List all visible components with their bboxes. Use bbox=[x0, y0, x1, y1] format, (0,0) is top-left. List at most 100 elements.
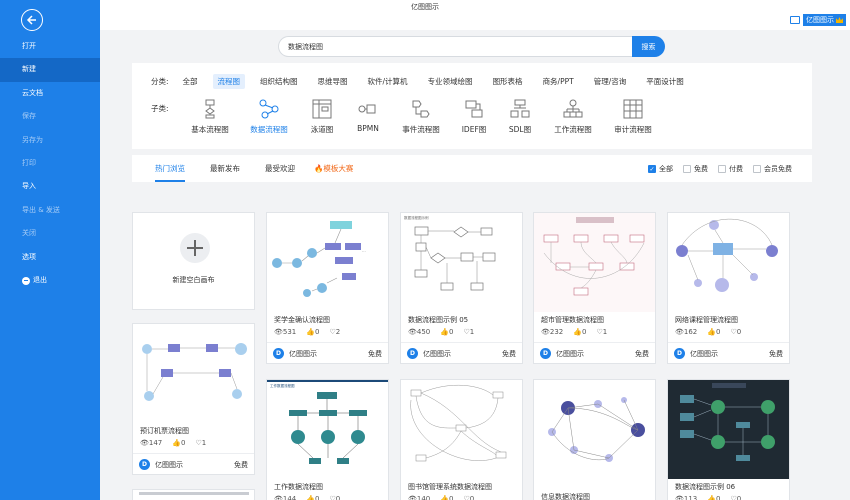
search-input[interactable] bbox=[278, 36, 632, 57]
tab-hot[interactable]: 热门浏览 bbox=[155, 155, 185, 182]
favorites-stat[interactable]: ♡0 bbox=[730, 328, 741, 336]
template-card[interactable]: 网络课程管理流程图 👁162 👍0 ♡0 D 亿图图示 免费 bbox=[667, 212, 790, 364]
subcategory-basic-flowchart[interactable]: 基本流程图 bbox=[182, 99, 238, 135]
fire-icon: 🔥 bbox=[314, 164, 324, 173]
svg-text:数据流程图示例: 数据流程图示例 bbox=[404, 215, 429, 220]
category-all[interactable]: 全部 bbox=[178, 74, 203, 89]
eye-icon: 👁 bbox=[541, 328, 550, 336]
template-card[interactable]: ··· 奖学金确认流程图 👁531 👍0 ♡2 D 亿图图示 免费 bbox=[266, 212, 389, 364]
template-card[interactable]: 工作数据流程图 工作数据流程图 👁144 👍0 ♡0 bbox=[266, 379, 389, 500]
favorites-stat[interactable]: ♡1 bbox=[195, 439, 206, 447]
author-name[interactable]: 亿图图示 bbox=[289, 349, 317, 359]
sidebar-item-export[interactable]: 导出 & 发送 bbox=[0, 199, 100, 222]
likes-stat[interactable]: 👍0 bbox=[172, 439, 185, 447]
template-card[interactable]: 数据流程图示例 数据流程图示例 05 👁450 👍0 ♡1 D 亿图图示 免费 bbox=[400, 212, 523, 364]
sidebar-item-new[interactable]: 新建 bbox=[0, 58, 100, 82]
category-org-chart[interactable]: 组织结构图 bbox=[255, 74, 303, 89]
likes-count: 0 bbox=[715, 328, 721, 336]
likes-stat[interactable]: 👍0 bbox=[440, 495, 453, 500]
likes-stat[interactable]: 👍0 bbox=[573, 328, 586, 336]
template-card[interactable]: 信息数据流程图 bbox=[533, 379, 656, 500]
author-name[interactable]: 亿图图示 bbox=[556, 349, 584, 359]
subcategory-data-flowchart[interactable]: 数据流程图 bbox=[241, 99, 297, 135]
author-name[interactable]: 亿图图示 bbox=[155, 460, 183, 470]
menu-label: 另存为 bbox=[22, 135, 43, 144]
sidebar-item-print[interactable]: 打印 bbox=[0, 152, 100, 175]
sidebar-item-save[interactable]: 保存 bbox=[0, 105, 100, 128]
template-card[interactable]: 超市管理数据流程图 👁232 👍0 ♡1 D 亿图图示 免费 bbox=[533, 212, 656, 364]
likes-stat[interactable]: 👍0 bbox=[440, 328, 453, 336]
message-icon[interactable] bbox=[790, 16, 800, 24]
author-name[interactable]: 亿图图示 bbox=[423, 349, 451, 359]
favorites-count: 1 bbox=[201, 439, 207, 447]
menu-label: 新建 bbox=[22, 65, 36, 74]
filter-free[interactable]: 免费 bbox=[683, 164, 708, 174]
workflow-icon bbox=[563, 99, 583, 118]
filter-member-free[interactable]: 会员免费 bbox=[753, 164, 792, 174]
thumb-up-icon: 👍 bbox=[172, 439, 181, 447]
category-graphic-table[interactable]: 图形表格 bbox=[488, 74, 528, 89]
sidebar-item-import[interactable]: 导入 bbox=[0, 175, 100, 198]
subcategory-workflow[interactable]: 工作流程图 bbox=[545, 99, 601, 135]
sidebar-item-close[interactable]: 关闭 bbox=[0, 222, 100, 245]
template-footer: D 亿图图示 免费 bbox=[401, 342, 522, 363]
subcategory-audit[interactable]: 审计流程图 bbox=[605, 99, 661, 135]
sidebar-item-save-as[interactable]: 另存为 bbox=[0, 129, 100, 152]
checkbox-icon bbox=[753, 165, 761, 173]
user-name: 亿图图示 bbox=[806, 16, 834, 24]
likes-stat[interactable]: 👍0 bbox=[707, 495, 720, 500]
audit-icon bbox=[623, 99, 643, 119]
likes-stat[interactable]: 👍0 bbox=[306, 328, 319, 336]
tab-popular[interactable]: 最受欢迎 bbox=[265, 155, 295, 182]
subcategory-bpmn[interactable]: BPMN bbox=[340, 99, 396, 133]
likes-stat[interactable]: 👍0 bbox=[306, 495, 319, 500]
search-button[interactable]: 搜索 bbox=[632, 36, 665, 57]
new-blank-canvas-card[interactable]: 新建空白画布 bbox=[132, 212, 255, 310]
price-badge: 免费 bbox=[234, 460, 248, 469]
category-graphic-design[interactable]: 平面设计图 bbox=[641, 74, 689, 89]
template-stats: 👁162 👍0 ♡0 bbox=[675, 328, 741, 336]
author-name[interactable]: 亿图图示 bbox=[690, 349, 718, 359]
template-card[interactable]: 图书馆管理系统数据流程图 👁140 👍0 ♡0 bbox=[400, 379, 523, 500]
favorites-stat[interactable]: ♡0 bbox=[463, 495, 474, 500]
event-flowchart-icon bbox=[412, 100, 430, 118]
category-mind-map[interactable]: 思维导图 bbox=[313, 74, 353, 89]
tab-latest[interactable]: 最新发布 bbox=[210, 155, 240, 182]
sidebar-item-options[interactable]: 选项 bbox=[0, 246, 100, 269]
favorites-stat[interactable]: ♡0 bbox=[329, 495, 340, 500]
template-title: 图书馆管理系统数据流程图 bbox=[408, 483, 492, 491]
eye-icon: 👁 bbox=[274, 328, 283, 336]
tab-contest[interactable]: 🔥模板大赛 bbox=[314, 155, 353, 182]
favorites-count: 1 bbox=[602, 328, 608, 336]
template-footer: D 亿图图示 免费 bbox=[534, 342, 655, 363]
back-button[interactable] bbox=[21, 9, 43, 31]
favorites-stat[interactable]: ♡1 bbox=[463, 328, 474, 336]
sidebar-item-exit[interactable]: 退出 bbox=[0, 269, 100, 292]
likes-count: 0 bbox=[314, 495, 320, 500]
search-bar: 搜索 bbox=[278, 36, 665, 57]
template-card[interactable]: 预订机票流程图 👁147 👍0 ♡1 D 亿图图示 免费 bbox=[132, 323, 255, 475]
template-card[interactable]: 数据流程图示例 06 👁113 👍0 ♡0 bbox=[667, 379, 790, 500]
category-flowchart[interactable]: 流程图 bbox=[212, 74, 246, 89]
subcategory-sdl[interactable]: SDL图 bbox=[492, 99, 548, 135]
category-management[interactable]: 管理/咨询 bbox=[589, 74, 632, 89]
user-menu[interactable]: 亿图图示 bbox=[803, 14, 846, 26]
favorites-stat[interactable]: ♡1 bbox=[596, 328, 607, 336]
template-stats: 👁140 👍0 ♡0 bbox=[408, 495, 474, 500]
template-card[interactable] bbox=[132, 489, 255, 500]
category-business-ppt[interactable]: 商务/PPT bbox=[538, 74, 579, 89]
subcategory-event-flowchart[interactable]: 事件流程图 bbox=[393, 99, 449, 135]
edraw-logo-icon: D bbox=[407, 348, 418, 359]
favorites-stat[interactable]: ♡0 bbox=[730, 495, 741, 500]
views-count: 147 bbox=[148, 439, 163, 447]
category-software[interactable]: 软件/计算机 bbox=[363, 74, 413, 89]
sidebar-item-open[interactable]: 打开 bbox=[0, 35, 100, 58]
likes-count: 0 bbox=[715, 495, 721, 500]
favorites-stat[interactable]: ♡2 bbox=[329, 328, 340, 336]
likes-stat[interactable]: 👍0 bbox=[707, 328, 720, 336]
price-badge: 免费 bbox=[368, 349, 382, 358]
filter-all[interactable]: ✓ 全部 bbox=[648, 164, 673, 174]
filter-paid[interactable]: 付费 bbox=[718, 164, 743, 174]
sidebar-item-cloud[interactable]: 云文档 bbox=[0, 82, 100, 105]
category-professional[interactable]: 专业领域绘图 bbox=[423, 74, 478, 89]
